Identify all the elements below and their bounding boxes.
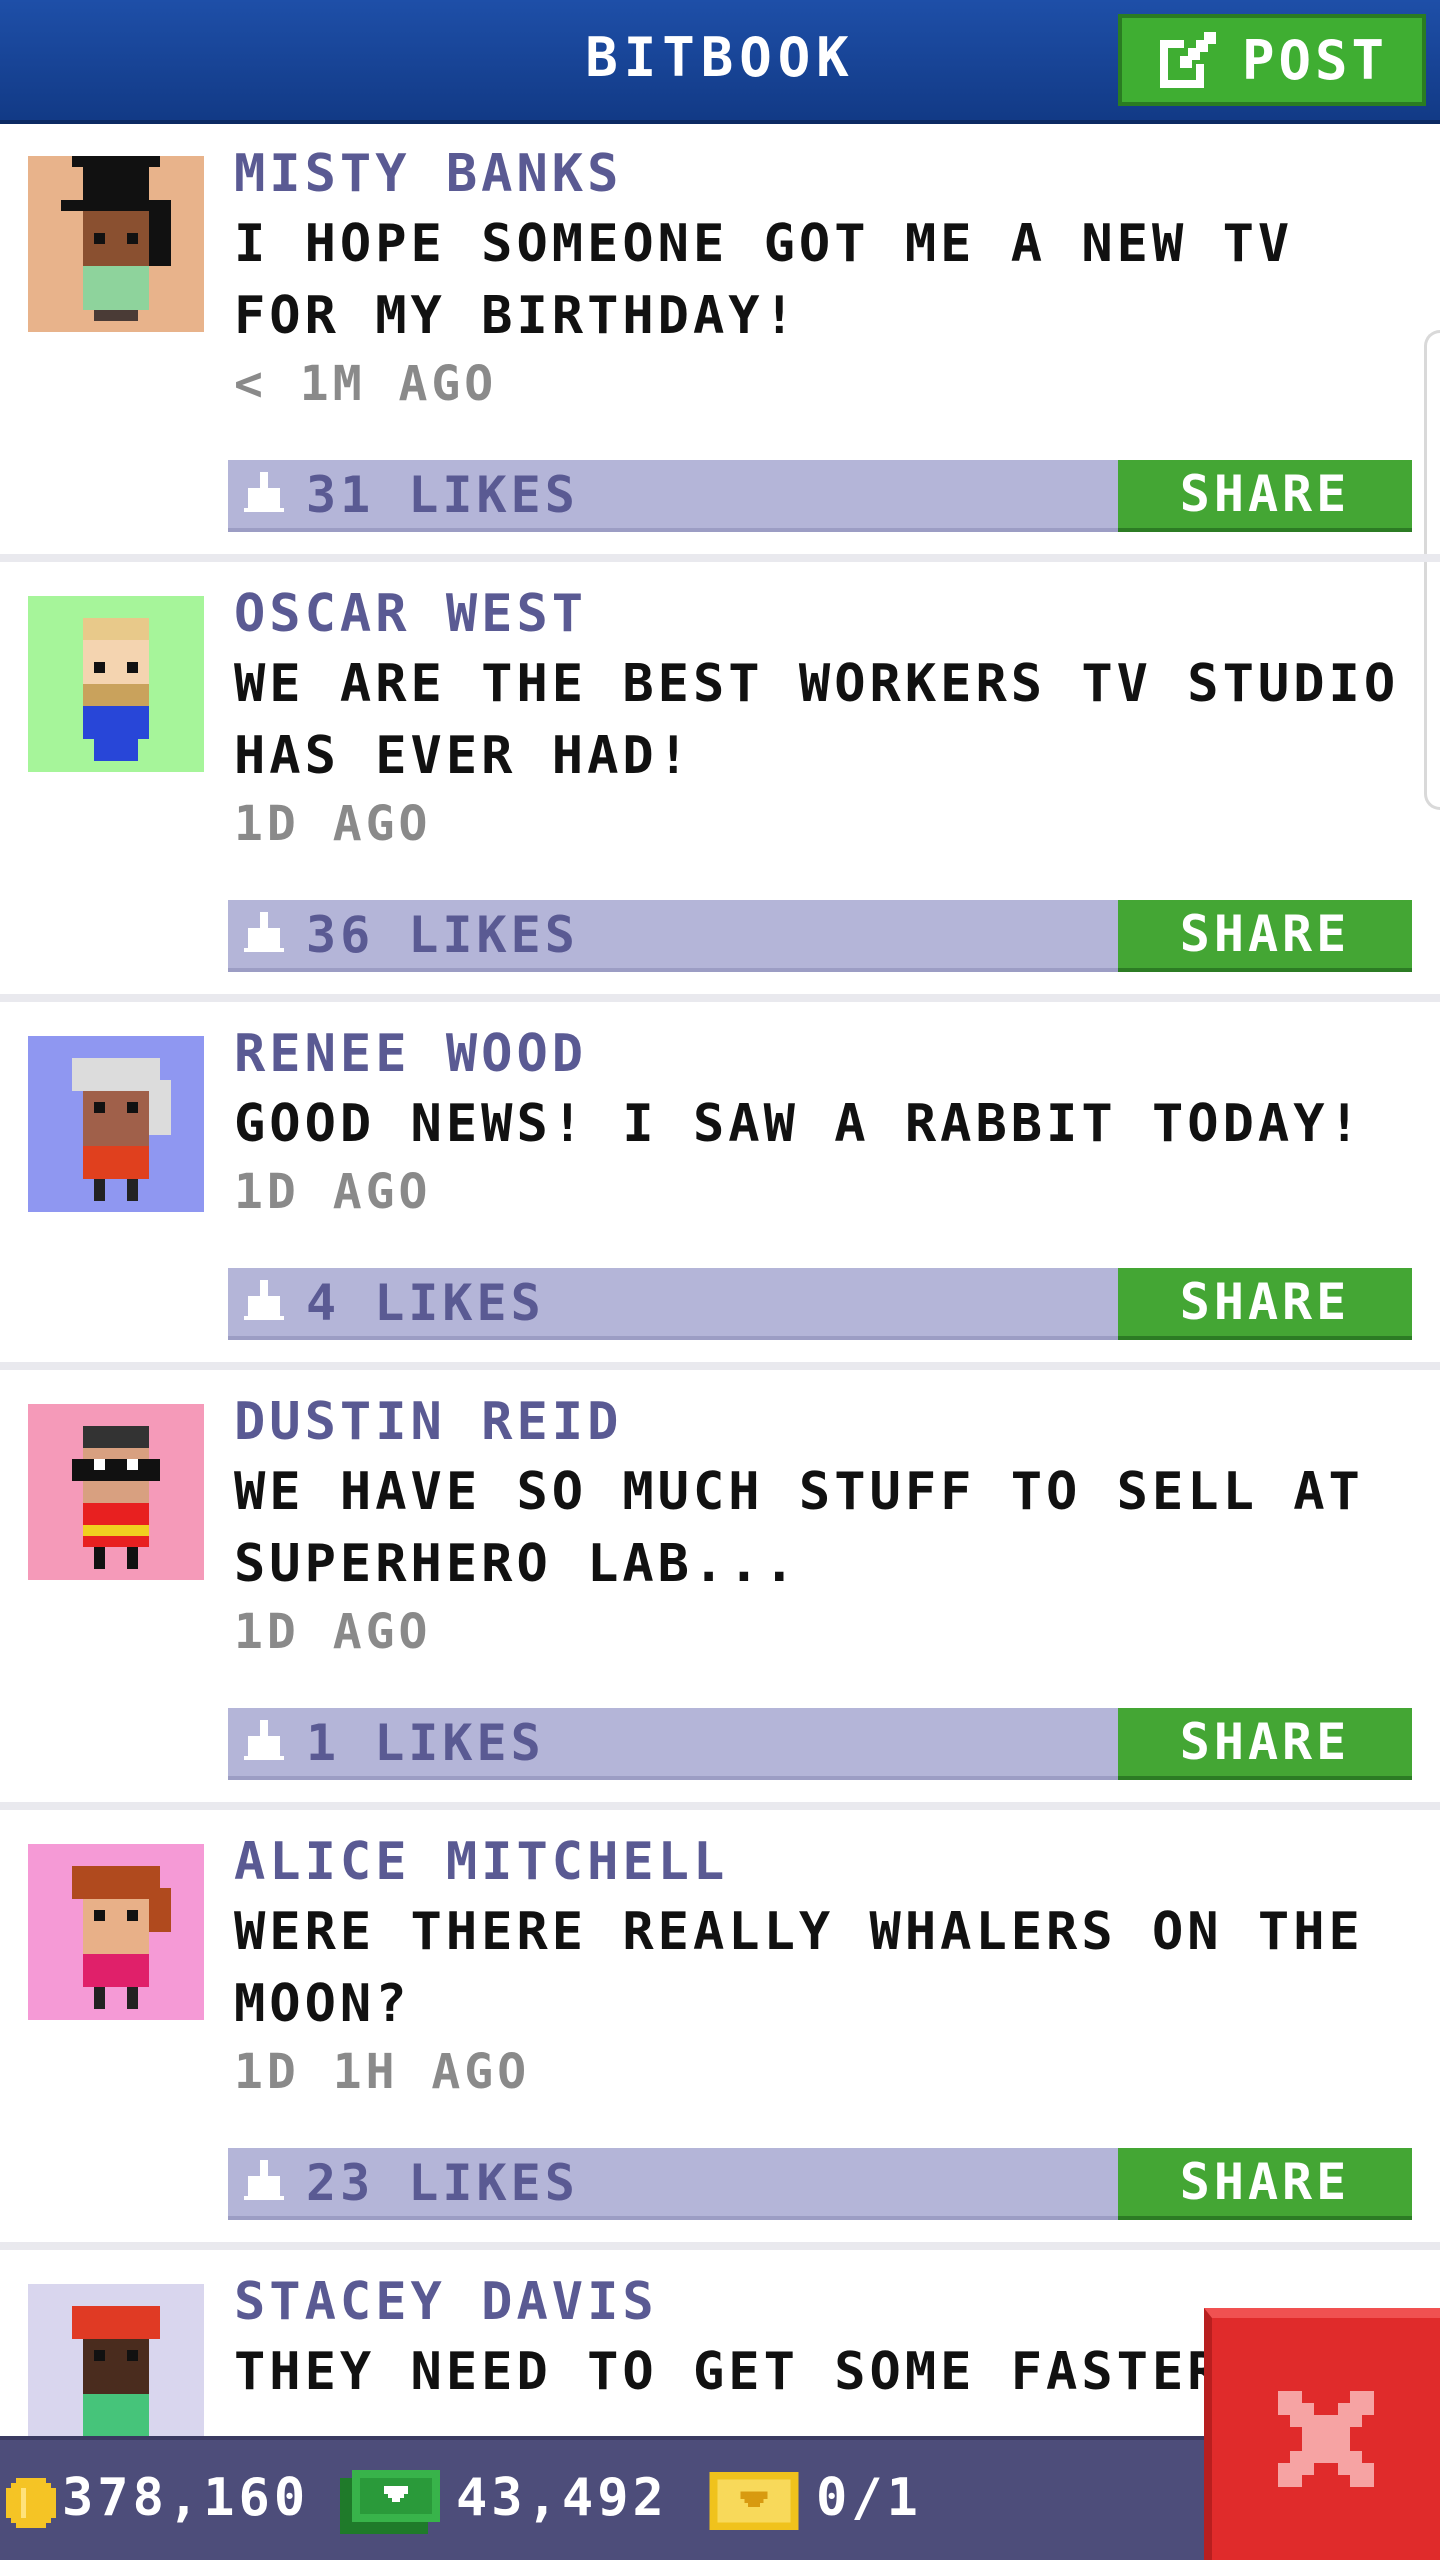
bux-count: 43,492 (456, 2468, 668, 2528)
like-bar: 1 LIKES SHARE (228, 1708, 1412, 1780)
tickets-count: 0/1 (816, 2468, 922, 2528)
thumb-up-icon[interactable] (240, 1276, 288, 1324)
divider (0, 2242, 1440, 2250)
coin-icon (6, 2478, 56, 2528)
ticket-icon (709, 2472, 799, 2530)
post-author[interactable]: MISTY BANKS (234, 144, 622, 204)
feed-post: DUSTIN REID WE HAVE SO MUCH STUFF TO SEL… (0, 1372, 1440, 1802)
cash-icon (340, 2470, 440, 2534)
like-bar: 36 LIKES SHARE (228, 900, 1412, 972)
close-icon (1278, 2391, 1374, 2487)
share-button[interactable]: SHARE (1118, 1268, 1412, 1340)
divider (0, 1802, 1440, 1810)
divider (0, 1362, 1440, 1370)
share-button[interactable]: SHARE (1118, 900, 1412, 972)
thumb-up-icon[interactable] (240, 1716, 288, 1764)
share-button[interactable]: SHARE (1118, 1708, 1412, 1780)
divider (0, 994, 1440, 1002)
post-author[interactable]: ALICE MITCHELL (234, 1832, 728, 1892)
avatar[interactable] (28, 2284, 204, 2460)
like-count: 23 LIKES (306, 2154, 579, 2212)
post-time: 1D 1H AGO (234, 2044, 531, 2100)
like-bar: 31 LIKES SHARE (228, 460, 1412, 532)
post-author[interactable]: RENEE WOOD (234, 1024, 587, 1084)
thumb-up-icon[interactable] (240, 468, 288, 516)
close-button[interactable] (1204, 2308, 1440, 2560)
feed-post: ALICE MITCHELL WERE THERE REALLY WHALERS… (0, 1812, 1440, 2242)
avatar[interactable] (28, 1844, 204, 2020)
like-bar: 4 LIKES SHARE (228, 1268, 1412, 1340)
post-message: WE HAVE SO MUCH STUFF TO SELL AT SUPERHE… (234, 1462, 1364, 1594)
edit-icon (1159, 32, 1216, 88)
divider (0, 554, 1440, 562)
thumb-up-icon[interactable] (240, 2156, 288, 2204)
avatar[interactable] (28, 156, 204, 332)
feed-post: MISTY BANKS I HOPE SOMEONE GOT ME A NEW … (0, 124, 1440, 554)
share-button[interactable]: SHARE (1118, 2148, 1412, 2220)
like-count: 4 LIKES (306, 1274, 545, 1332)
app-header: BITBOOK POST (0, 0, 1440, 124)
post-message: WE ARE THE BEST WORKERS TV STUDIO HAS EV… (234, 654, 1400, 786)
like-count: 36 LIKES (306, 906, 579, 964)
post-message: WERE THERE REALLY WHALERS ON THE MOON? (234, 1902, 1364, 2034)
post-author[interactable]: STACEY DAVIS (234, 2272, 658, 2332)
coins-count: 378,160 (62, 2468, 310, 2528)
feed-post: RENEE WOOD GOOD NEWS! I SAW A RABBIT TOD… (0, 1004, 1440, 1364)
thumb-up-icon[interactable] (240, 908, 288, 956)
like-bar: 23 LIKES SHARE (228, 2148, 1412, 2220)
like-count: 31 LIKES (306, 466, 579, 524)
post-button-label: POST (1241, 28, 1389, 92)
post-time: 1D AGO (234, 1164, 432, 1220)
post-message: GOOD NEWS! I SAW A RABBIT TODAY! (234, 1094, 1364, 1154)
post-author[interactable]: OSCAR WEST (234, 584, 587, 644)
post-time: < 1M AGO (234, 356, 498, 412)
like-count: 1 LIKES (306, 1714, 545, 1772)
share-button[interactable]: SHARE (1118, 460, 1412, 532)
post-time: 1D AGO (234, 796, 432, 852)
post-author[interactable]: DUSTIN REID (234, 1392, 622, 1452)
avatar[interactable] (28, 596, 204, 772)
avatar[interactable] (28, 1404, 204, 1580)
post-time: 1D AGO (234, 1604, 432, 1660)
post-button[interactable]: POST (1118, 14, 1426, 106)
feed-post: OSCAR WEST WE ARE THE BEST WORKERS TV ST… (0, 564, 1440, 994)
post-message: I HOPE SOMEONE GOT ME A NEW TV FOR MY BI… (234, 214, 1294, 346)
avatar[interactable] (28, 1036, 204, 1212)
